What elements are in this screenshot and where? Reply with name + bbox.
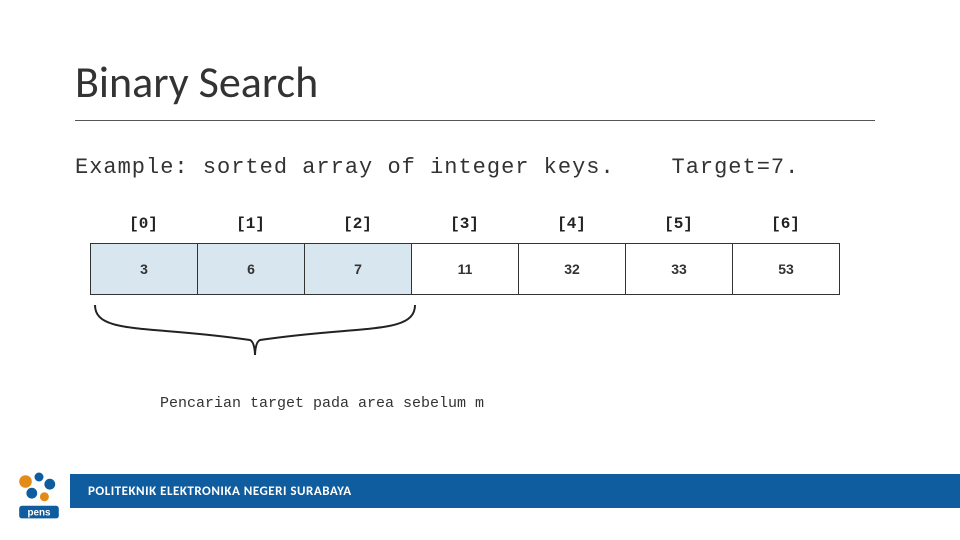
example-text: Example: sorted array of integer keys. (75, 155, 615, 180)
index-row: [0] [1] [2] [3] [4] [5] [6] (90, 215, 840, 243)
value-4: 32 (519, 244, 626, 294)
index-1: [1] (197, 215, 304, 243)
array-diagram: [0] [1] [2] [3] [4] [5] [6] 3 6 7 11 32 … (90, 215, 840, 295)
index-2: [2] (304, 215, 411, 243)
index-3: [3] (411, 215, 518, 243)
brace-caption: Pencarian target pada area sebelum m (160, 395, 484, 412)
index-0: [0] (90, 215, 197, 243)
footer-text: POLITEKNIK ELEKTRONIKA NEGERI SURABAYA (88, 484, 352, 499)
slide: Binary Search Example: sorted array of i… (0, 0, 960, 540)
index-6: [6] (732, 215, 839, 243)
value-2: 7 (305, 244, 412, 294)
pens-logo-icon: pens (12, 468, 66, 522)
value-3: 11 (412, 244, 519, 294)
value-1: 6 (198, 244, 305, 294)
brace-icon (90, 300, 420, 370)
index-4: [4] (518, 215, 625, 243)
slide-title: Binary Search (75, 55, 318, 109)
value-6: 53 (733, 244, 839, 294)
value-0: 3 (91, 244, 198, 294)
value-row: 3 6 7 11 32 33 53 (90, 243, 840, 295)
value-5: 33 (626, 244, 733, 294)
example-line: Example: sorted array of integer keys. T… (75, 155, 799, 180)
footer-bar: POLITEKNIK ELEKTRONIKA NEGERI SURABAYA (70, 474, 960, 508)
target-text: Target=7. (672, 155, 800, 180)
index-5: [5] (625, 215, 732, 243)
title-underline (75, 120, 875, 121)
logo-text: pens (27, 508, 51, 519)
